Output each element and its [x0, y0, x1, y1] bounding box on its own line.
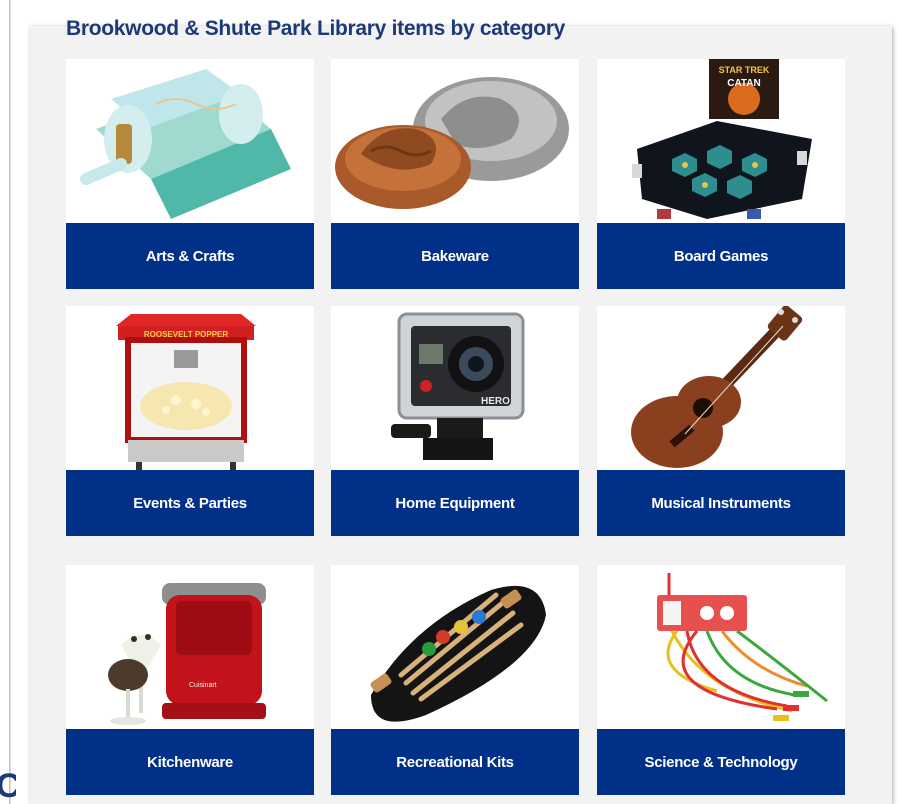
- circuit-kit-icon: [597, 565, 845, 729]
- box-title-catan: CATAN: [727, 78, 761, 89]
- window-left-edge: [9, 0, 11, 804]
- category-label: Board Games: [597, 223, 845, 289]
- ukulele-icon: [597, 306, 845, 470]
- category-tile-board-games[interactable]: STAR TREK CATAN Board Games: [597, 59, 845, 289]
- category-tile-home-equipment[interactable]: HERO Home Equipment: [331, 306, 579, 536]
- box-title-star-trek: STAR TREK: [719, 65, 770, 75]
- category-tile-arts-crafts[interactable]: Arts & Crafts: [66, 59, 314, 289]
- category-label: Recreational Kits: [331, 729, 579, 795]
- category-tile-events-parties[interactable]: ROOSEVELT POPPER Events & Parties: [66, 306, 314, 536]
- partial-letter: C: [0, 768, 16, 804]
- category-label: Home Equipment: [331, 470, 579, 536]
- die-cutting-machine-icon: [66, 59, 314, 223]
- category-label: Events & Parties: [66, 470, 314, 536]
- board-game-icon: STAR TREK CATAN: [597, 59, 845, 223]
- category-tile-kitchenware[interactable]: Cuisinart Kitchenware: [66, 565, 314, 795]
- category-label: Kitchenware: [66, 729, 314, 795]
- page-title: Brookwood & Shute Park Library items by …: [66, 17, 566, 40]
- maker-brand: Cuisinart: [189, 682, 217, 689]
- category-label: Arts & Crafts: [66, 223, 314, 289]
- croquet-set-icon: [331, 565, 579, 729]
- category-tile-bakeware[interactable]: Bakeware: [331, 59, 579, 289]
- popcorn-machine-icon: ROOSEVELT POPPER: [66, 306, 314, 470]
- category-tile-musical-instruments[interactable]: Musical Instruments: [597, 306, 845, 536]
- bundt-pan-icon: [331, 59, 579, 223]
- category-label: Science & Technology: [597, 729, 845, 795]
- action-camera-icon: HERO: [331, 306, 579, 470]
- camera-brand: HERO: [481, 396, 510, 407]
- category-tile-recreational-kits[interactable]: Recreational Kits: [331, 565, 579, 795]
- category-label: Bakeware: [331, 223, 579, 289]
- category-tile-science-technology[interactable]: Science & Technology: [597, 565, 845, 795]
- ice-cream-maker-icon: Cuisinart: [66, 565, 314, 729]
- category-label: Musical Instruments: [597, 470, 845, 536]
